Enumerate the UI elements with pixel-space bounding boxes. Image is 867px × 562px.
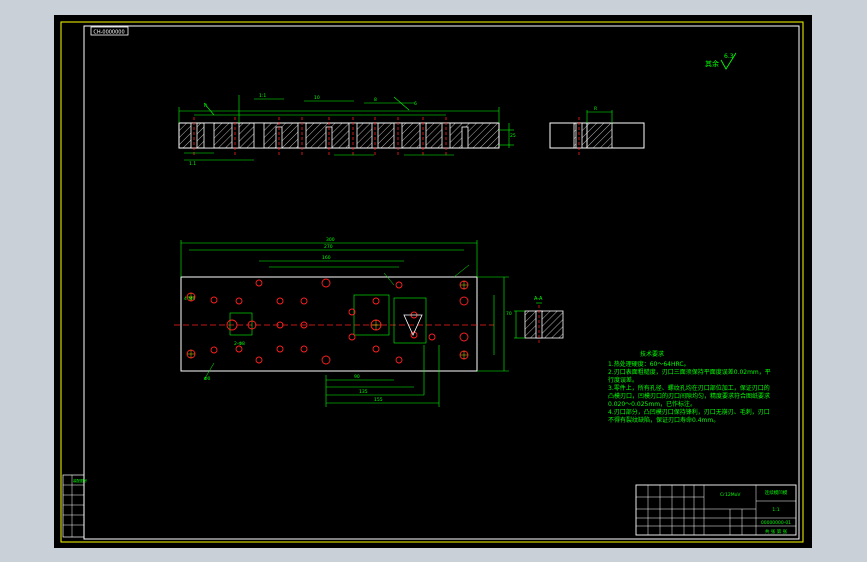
tech-req-line: 4.刃口部分，凸凹模刃口保持锋利，刃口无崩刃、毛刺，刃口 [608, 408, 770, 416]
scale-text: 1:1 [772, 507, 779, 513]
tech-req-title: 技术要求 [640, 350, 664, 358]
side-stamp-text: 装配图号 [73, 478, 87, 483]
drawing-code-text: 00000000-01 [761, 520, 791, 526]
part-name-text: 连续模凹模 [765, 489, 788, 496]
svg-text:10: 10 [314, 95, 320, 101]
svg-text:135: 135 [359, 389, 368, 395]
section-view-small: R [549, 106, 645, 155]
svg-text:270: 270 [324, 244, 333, 250]
tech-req-line: 0.020～0.025mm，已作标注。 [608, 400, 696, 408]
svg-text:R: R [594, 106, 597, 112]
svg-text:90: 90 [354, 374, 360, 380]
side-stamp: 装配图号 [62, 474, 87, 538]
roughness-note: 其余 6.3 [705, 52, 737, 70]
svg-text:160: 160 [322, 255, 331, 261]
tech-req-line: 3.零件上，所有孔径、螺纹孔均在刃口部位加工，保证刃口的 [608, 384, 770, 392]
roughness-label: 其余 [705, 59, 719, 68]
drawing-number-text: CH-0000000 [93, 30, 124, 36]
tech-req-line: 2.刃口表面粗糙度，刃口三面须保持平面度误差0.02mm，平 [608, 368, 771, 376]
svg-text:1:1: 1:1 [259, 93, 266, 99]
svg-text:70: 70 [506, 311, 512, 317]
svg-text:R: R [204, 103, 207, 109]
svg-text:300: 300 [326, 237, 335, 243]
svg-text:6: 6 [414, 101, 417, 107]
svg-text:155: 155 [374, 397, 383, 403]
tech-req-line: 凸模刃口，凹模刃口的刃口间隙均匀，精度要求符合图纸要求 [608, 392, 770, 400]
cad-viewport[interactable]: CH-0000000 其余 6.3 R 1:1 10 8 6 1.1 25 R … [0, 0, 867, 562]
section-label: A-A [534, 296, 543, 302]
drawing-number-box: CH-0000000 [90, 26, 129, 36]
section-view-main: R 1:1 10 8 6 1.1 25 [178, 93, 516, 167]
drawing-sheet: CH-0000000 其余 6.3 R 1:1 10 8 6 1.1 25 R … [54, 15, 812, 548]
title-block: Cr12MoV 连续模凹模 1:1 00000000-01 共 张 第 张 [635, 484, 797, 536]
svg-text:Φ0: Φ0 [204, 376, 211, 382]
material-text: Cr12MoV [720, 492, 741, 498]
svg-text:25: 25 [510, 133, 516, 139]
tech-requirements: 技术要求 1.热处理硬度：60～64HRC。 2.刃口表面粗糙度，刃口三面须保持… [608, 350, 771, 424]
svg-text:1.1: 1.1 [189, 161, 196, 167]
roughness-value: 6.3 [724, 53, 734, 60]
side-section: A-A [514, 296, 564, 345]
svg-text:8: 8 [374, 97, 377, 103]
tech-req-line: 1.热处理硬度：60～64HRC。 [608, 360, 690, 368]
plan-view: 300270 16070 90135 1554-M8 2-Φ8Φ0 [174, 237, 512, 407]
tech-req-line: 行度误差。 [608, 376, 638, 384]
tech-req-line: 不得有裂纹缺陷，保证刃口寿命0.4mm。 [608, 416, 719, 424]
sheet-text: 共 张 第 张 [765, 528, 788, 535]
sheet-border [60, 21, 804, 543]
